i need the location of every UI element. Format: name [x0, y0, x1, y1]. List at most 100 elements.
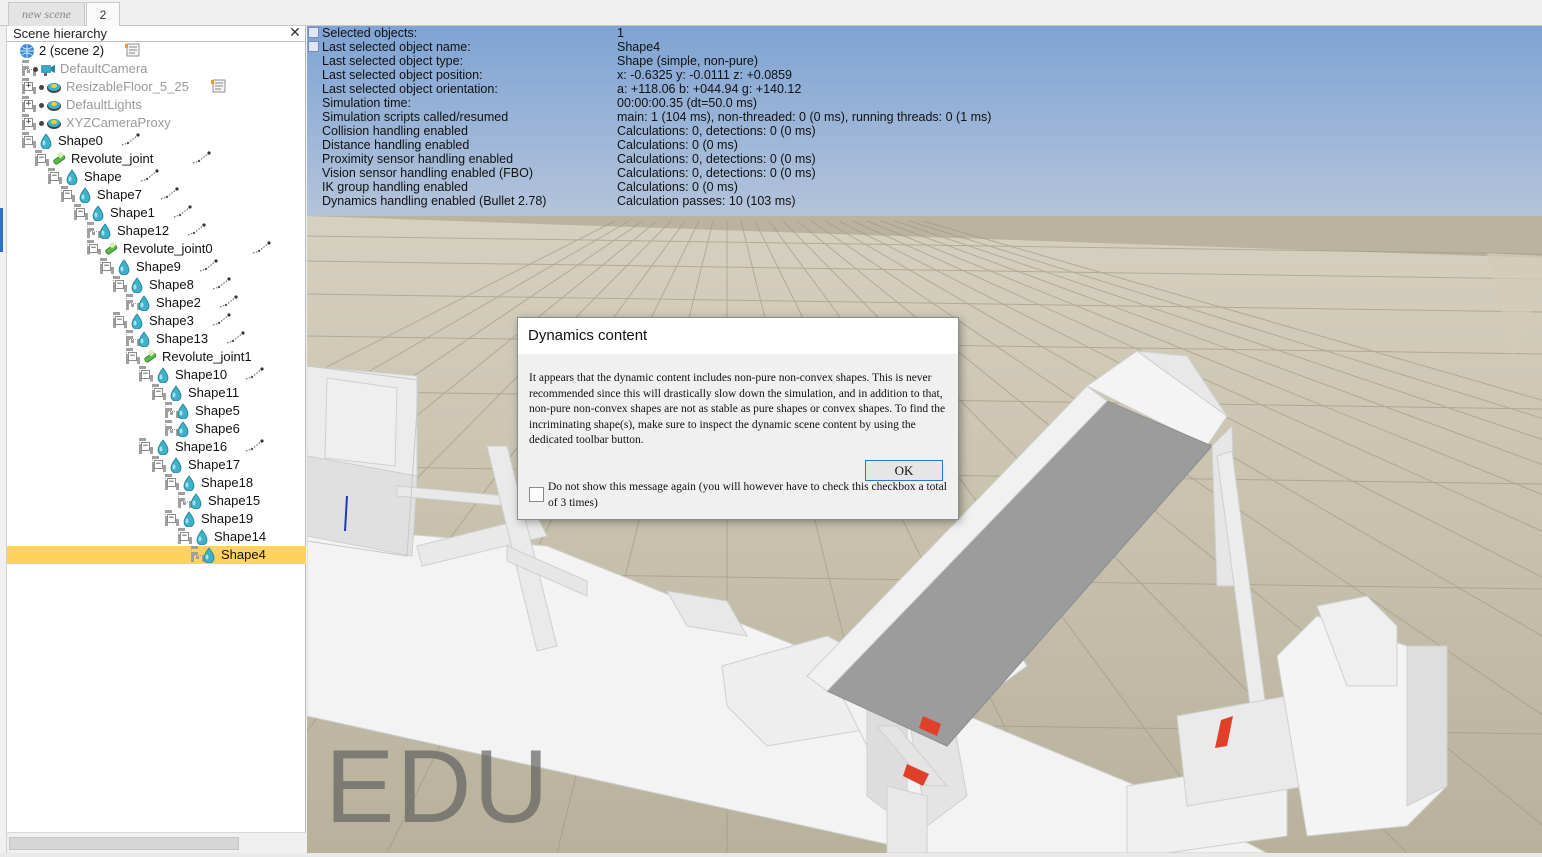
path-icon[interactable] [120, 133, 140, 147]
shape-icon [99, 223, 111, 239]
path-icon[interactable] [225, 331, 245, 345]
collapse-icon[interactable]: − [115, 280, 124, 289]
tree-item-shape12[interactable]: Shape12 [7, 222, 306, 240]
tree-item-revolute-joint1[interactable]: − Revolute_joint1 [7, 348, 306, 366]
info-key: Last selected object name: [322, 40, 471, 54]
tree-item-2-scene-2[interactable]: 2 (scene 2) [7, 42, 306, 60]
tree-item-shape19[interactable]: − Shape19 [7, 510, 306, 528]
tree-connector [165, 420, 169, 429]
collapse-icon[interactable]: − [167, 514, 176, 523]
info-key: Collision handling enabled [322, 124, 468, 138]
path-icon[interactable] [191, 151, 211, 165]
tree-item-label: DefaultLights [66, 97, 142, 112]
tree-item-label: Shape14 [214, 529, 267, 544]
scene-tree[interactable]: 2 (scene 2) DefaultCamera + ResizableFloor_… [7, 42, 306, 832]
tree-item-label: Revolute_joint1 [162, 349, 252, 364]
path-icon[interactable] [251, 241, 271, 255]
path-icon[interactable] [186, 223, 206, 237]
path-icon[interactable] [159, 187, 179, 201]
tree-item-label: Shape16 [175, 439, 228, 454]
tree-item-shape10[interactable]: − Shape10 [7, 366, 306, 384]
info-key: Last selected object orientation: [322, 82, 498, 96]
collapse-info-button[interactable] [308, 27, 319, 38]
info-value: Calculations: 0, detections: 0 (0 ms) [617, 124, 816, 138]
tree-item-revolute-joint[interactable]: − Revolute_joint [7, 150, 306, 168]
expand-icon[interactable]: + [24, 100, 33, 109]
tree-item-resizablefloor-5-25[interactable]: + ResizableFloor_5_25 [7, 78, 306, 96]
tree-item-shape13[interactable]: Shape13 [7, 330, 306, 348]
tab-scene-2[interactable]: 2 [86, 2, 120, 26]
collapse-icon[interactable]: − [141, 442, 150, 451]
collapse-icon[interactable]: − [102, 262, 111, 271]
dont-show-again-label[interactable]: Do not show this message again (you will… [548, 480, 948, 511]
collapse-icon[interactable]: − [115, 316, 124, 325]
collapse-icon[interactable]: − [141, 370, 150, 379]
script-icon[interactable] [209, 79, 229, 93]
path-icon[interactable] [172, 205, 192, 219]
tree-item-shape2[interactable]: Shape2 [7, 294, 306, 312]
tree-connector [87, 222, 91, 231]
tree-item-shape4[interactable]: Shape4 [7, 546, 306, 564]
close-icon[interactable]: ✕ [289, 25, 301, 40]
tree-item-label: Shape8 [149, 277, 194, 292]
collapse-icon[interactable]: − [128, 352, 137, 361]
collapse-icon[interactable]: − [76, 208, 85, 217]
path-icon[interactable] [198, 259, 218, 273]
tree-item-shape9[interactable]: − Shape9 [7, 258, 306, 276]
info-value: Calculations: 0, detections: 0 (0 ms) [617, 152, 816, 166]
tree-item-shape3[interactable]: − Shape3 [7, 312, 306, 330]
joint-icon [105, 241, 118, 255]
tree-item-defaultcamera[interactable]: DefaultCamera [7, 60, 306, 78]
collapse-icon[interactable]: − [167, 478, 176, 487]
path-icon[interactable] [244, 439, 264, 453]
collapse-icon[interactable]: − [63, 190, 72, 199]
tree-item-defaultlights[interactable]: + DefaultLights [7, 96, 306, 114]
tree-item-shape5[interactable]: Shape5 [7, 402, 306, 420]
dont-show-again-checkbox[interactable] [529, 487, 544, 502]
tree-item-shape0[interactable]: − Shape0 [7, 132, 306, 150]
path-icon[interactable] [211, 277, 231, 291]
tree-item-shape11[interactable]: − Shape11 [7, 384, 306, 402]
scrollbar-thumb[interactable] [9, 837, 239, 850]
tree-item-shape14[interactable]: − Shape14 [7, 528, 306, 546]
tree-item-label: DefaultCamera [60, 61, 148, 76]
info-key: Last selected object position: [322, 68, 483, 82]
collapse-icon[interactable]: − [154, 460, 163, 469]
tree-connector [165, 402, 169, 411]
collapse-icon[interactable]: − [24, 136, 33, 145]
tree-item-shape18[interactable]: − Shape18 [7, 474, 306, 492]
tree-item-shape6[interactable]: Shape6 [7, 420, 306, 438]
tree-connector [22, 60, 26, 69]
expand-icon[interactable]: + [24, 118, 33, 127]
tree-item-shape15[interactable]: Shape15 [7, 492, 306, 510]
shape-icon [92, 205, 104, 221]
path-icon[interactable] [211, 313, 231, 327]
tree-item-shape16[interactable]: − Shape16 [7, 438, 306, 456]
tree-item-xyzcameraproxy[interactable]: + XYZCameraProxy [7, 114, 306, 132]
tree-item-shape1[interactable]: − Shape1 [7, 204, 306, 222]
tree-item-shape17[interactable]: − Shape17 [7, 456, 306, 474]
collapse-icon[interactable]: − [89, 244, 98, 253]
tree-item-shape[interactable]: − Shape [7, 168, 306, 186]
scene-hierarchy-panel: Scene hierarchy ✕ 2 (scene 2) DefaultCame… [6, 25, 306, 853]
collapse-icon[interactable]: − [180, 532, 189, 541]
tree-item-revolute-joint0[interactable]: − Revolute_joint0 [7, 240, 306, 258]
collapse-icon[interactable]: − [37, 154, 46, 163]
collapse-icon[interactable]: − [154, 388, 163, 397]
expand-icon[interactable]: + [24, 82, 33, 91]
info-toggle-button[interactable] [308, 41, 319, 52]
script-icon[interactable] [123, 43, 143, 57]
path-icon[interactable] [139, 169, 159, 183]
tree-item-shape7[interactable]: − Shape7 [7, 186, 306, 204]
tab-new-scene[interactable]: new scene [8, 2, 85, 26]
collapse-icon[interactable]: − [50, 172, 59, 181]
horizontal-scrollbar[interactable] [7, 832, 306, 853]
visibility-dot-icon [39, 103, 44, 108]
shape-icon [170, 457, 182, 473]
shape-icon [183, 511, 195, 527]
path-icon[interactable] [218, 295, 238, 309]
shape-icon [177, 403, 189, 419]
ok-button[interactable]: OK [865, 460, 943, 481]
path-icon[interactable] [244, 367, 264, 381]
tree-item-shape8[interactable]: − Shape8 [7, 276, 306, 294]
